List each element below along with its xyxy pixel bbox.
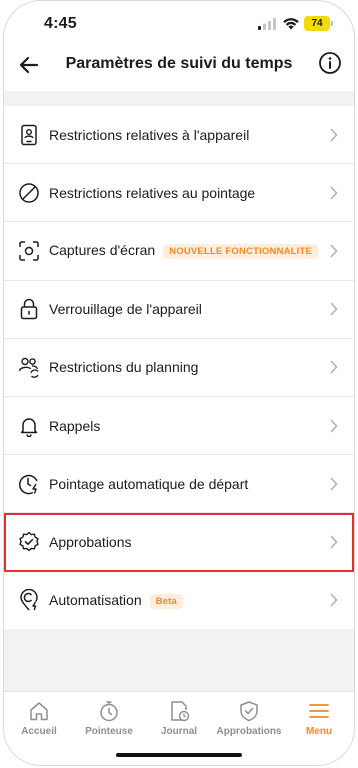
lock-icon xyxy=(20,298,38,320)
settings-item-label: Restrictions relatives au pointage xyxy=(49,184,256,201)
badge-check-icon xyxy=(19,531,39,552)
settings-item-label: Approbations xyxy=(49,533,132,550)
info-icon[interactable] xyxy=(318,51,342,75)
clock-lightning-icon xyxy=(19,474,38,495)
status-bar: 4:45 74 xyxy=(4,1,354,45)
status-time: 4:45 xyxy=(44,15,77,32)
beta-badge: Beta xyxy=(149,593,184,609)
chevron-right-icon xyxy=(330,128,338,141)
bell-icon xyxy=(20,417,38,437)
settings-item-text: Automatisation xyxy=(49,591,142,608)
settings-item-label: Captures d'écran NOUVELLE FONCTIONNALITE xyxy=(49,242,319,260)
tab-home[interactable]: Accueil xyxy=(4,692,74,765)
users-sync-icon xyxy=(18,358,39,379)
settings-item-schedule-restrictions[interactable]: Restrictions du planning xyxy=(4,338,354,397)
settings-item-device-restrictions[interactable]: Restrictions relatives à l'appareil xyxy=(4,106,354,165)
stopwatch-icon xyxy=(100,701,118,722)
settings-item-clocking-restrictions[interactable]: Restrictions relatives au pointage xyxy=(4,164,354,223)
settings-item-device-lock[interactable]: Verrouillage de l'appareil xyxy=(4,280,354,339)
settings-item-automation[interactable]: Automatisation Beta xyxy=(4,571,354,630)
back-arrow-icon[interactable] xyxy=(16,52,42,78)
tab-label: Pointeuse xyxy=(85,726,133,737)
settings-item-label: Pointage automatique de départ xyxy=(49,475,249,492)
settings-item-label: Rappels xyxy=(49,417,101,434)
battery-icon: 74 xyxy=(304,16,330,31)
chevron-right-icon xyxy=(330,361,338,374)
chevron-right-icon xyxy=(330,186,338,200)
prohibited-icon xyxy=(19,183,39,203)
settings-item-label: Automatisation Beta xyxy=(49,591,184,609)
location-automation-icon xyxy=(20,589,38,611)
battery-tip xyxy=(331,21,333,26)
settings-item-label: Restrictions relatives à l'appareil xyxy=(49,126,250,143)
settings-item-reminders[interactable]: Rappels xyxy=(4,396,354,456)
tab-label: Menu xyxy=(305,726,333,737)
settings-item-label: Restrictions du planning xyxy=(49,359,199,376)
section-spacer xyxy=(4,91,354,106)
settings-item-text: Captures d'écran xyxy=(49,242,156,259)
tab-label: Accueil xyxy=(21,726,57,737)
tab-menu[interactable]: Menu xyxy=(284,692,354,765)
settings-item-label: Verrouillage de l'appareil xyxy=(49,301,202,318)
new-feature-badge: NOUVELLE FONCTIONNALITE xyxy=(163,244,319,260)
chevron-right-icon xyxy=(330,302,338,316)
settings-item-approvals[interactable]: Approbations xyxy=(4,513,354,572)
hamburger-menu-icon xyxy=(309,704,329,718)
list-footer-background xyxy=(4,629,354,691)
home-indicator xyxy=(116,753,242,757)
screenshot-icon xyxy=(19,241,39,261)
cellular-signal-icon xyxy=(258,18,276,30)
settings-item-auto-clock-out[interactable]: Pointage automatique de départ xyxy=(4,455,354,514)
wifi-icon xyxy=(283,18,299,30)
chevron-right-icon xyxy=(330,593,338,607)
home-icon xyxy=(30,702,48,721)
device-user-icon xyxy=(21,124,37,145)
tab-label: Approbations xyxy=(216,726,282,737)
settings-item-screenshots[interactable]: Captures d'écran NOUVELLE FONCTIONNALITE xyxy=(4,222,354,281)
chevron-right-icon xyxy=(330,477,338,491)
page-title: Paramètres de suivi du temps xyxy=(65,55,293,72)
chevron-right-icon xyxy=(330,244,338,258)
page-header: Paramètres de suivi du temps xyxy=(4,45,354,87)
timesheet-icon xyxy=(171,701,190,722)
settings-list: Restrictions relatives à l'appareil Rest… xyxy=(4,106,354,630)
battery-level: 74 xyxy=(311,18,323,29)
phone-frame: 4:45 74 Paramètres de suivi du temps Res… xyxy=(3,0,355,766)
tab-label: Journal xyxy=(160,726,198,737)
chevron-right-icon xyxy=(330,419,338,432)
chevron-right-icon xyxy=(330,535,338,549)
shield-check-icon xyxy=(240,701,258,722)
